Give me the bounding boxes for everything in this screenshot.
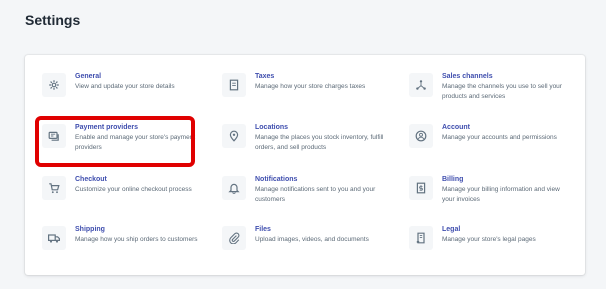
settings-item-checkout[interactable]: Checkout Customize your online checkout …: [42, 175, 212, 215]
page-title: Settings: [25, 12, 81, 28]
settings-item-shipping[interactable]: Shipping Manage how you ship orders to c…: [42, 225, 212, 265]
settings-card: General View and update your store detai…: [25, 55, 585, 275]
bell-icon: [222, 176, 246, 200]
settings-item-notifications[interactable]: Notifications Manage notifications sent …: [222, 175, 392, 215]
settings-item-title: Checkout: [75, 176, 107, 183]
settings-item-description: Upload images, videos, and documents: [255, 236, 369, 243]
settings-item-title: Shipping: [75, 226, 105, 233]
settings-item-sales-channels[interactable]: Sales channels Manage the channels you u…: [409, 72, 579, 112]
legal-document-icon: [409, 226, 433, 250]
settings-item-description: Manage your accounts and permissions: [442, 134, 557, 141]
settings-item-description: Manage your store's legal pages: [442, 236, 536, 243]
settings-item-description: View and update your store details: [75, 83, 175, 90]
settings-item-title: Taxes: [255, 73, 275, 80]
user-icon: [409, 124, 433, 148]
settings-item-description: Manage the places you stock inventory, f…: [255, 134, 384, 151]
settings-item-title: Files: [255, 226, 271, 233]
receipt-icon: [222, 73, 246, 97]
settings-item-description: Manage the channels you use to sell your…: [442, 83, 562, 100]
settings-item-title: Legal: [442, 226, 461, 233]
settings-item-payment-providers[interactable]: Payment providers Enable and manage your…: [42, 123, 212, 163]
truck-icon: [42, 226, 66, 250]
settings-item-description: Customize your online checkout process: [75, 186, 192, 193]
settings-item-files[interactable]: Files Upload images, videos, and documen…: [222, 225, 392, 265]
settings-item-title: Account: [442, 124, 470, 131]
settings-item-description: Manage notifications sent to you and you…: [255, 186, 376, 203]
cart-icon: [42, 176, 66, 200]
settings-item-taxes[interactable]: Taxes Manage how your store charges taxe…: [222, 72, 392, 112]
settings-item-title: Payment providers: [75, 124, 139, 131]
settings-item-description: Manage how you ship orders to customers: [75, 236, 198, 243]
settings-item-title: Notifications: [255, 176, 298, 183]
settings-item-description: Enable and manage your store's payment p…: [75, 134, 196, 151]
settings-item-title: Locations: [255, 124, 289, 131]
settings-item-billing[interactable]: Billing Manage your billing information …: [409, 175, 579, 215]
settings-item-general[interactable]: General View and update your store detai…: [42, 72, 212, 112]
settings-item-description: Manage your billing information and view…: [442, 186, 560, 203]
channels-icon: [409, 73, 433, 97]
paperclip-icon: [222, 226, 246, 250]
invoice-icon: [409, 176, 433, 200]
location-pin-icon: [222, 124, 246, 148]
settings-item-locations[interactable]: Locations Manage the places you stock in…: [222, 123, 392, 163]
gear-icon: [42, 73, 66, 97]
settings-item-legal[interactable]: Legal Manage your store's legal pages: [409, 225, 579, 265]
settings-item-account[interactable]: Account Manage your accounts and permiss…: [409, 123, 579, 163]
settings-item-title: Sales channels: [442, 73, 493, 80]
payment-icon: [42, 124, 66, 148]
settings-item-description: Manage how your store charges taxes: [255, 83, 366, 90]
settings-item-title: Billing: [442, 176, 464, 183]
settings-item-title: General: [75, 73, 102, 80]
